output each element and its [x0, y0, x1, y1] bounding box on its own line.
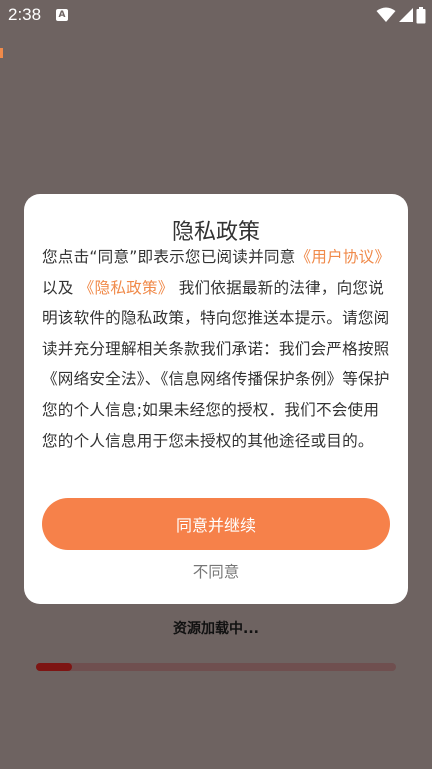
status-time: 2:38 [8, 5, 42, 24]
disagree-button[interactable]: 不同意 [24, 560, 408, 582]
loading-progress-fill [36, 663, 72, 671]
body-and: 以及 [42, 278, 74, 297]
user-agreement-link[interactable]: 《用户协议》 [295, 248, 390, 266]
privacy-policy-link[interactable]: 《隐私政策》 [79, 279, 174, 297]
body-intro: 您点击“同意”即表示您已阅读并同意 [42, 248, 296, 266]
body-rest: 我们依据最新的法律，向您说明该软件的隐私政策，特向您推送本提示。请您阅读并充分理… [42, 278, 390, 450]
status-icons [376, 6, 426, 24]
edge-accent [0, 48, 3, 58]
privacy-dialog: 隐私政策 您点击“同意”即表示您已阅读并同意《用户协议》 以及 《隐私政策》 我… [24, 194, 408, 604]
battery-icon [416, 6, 426, 23]
loading-text: 资源加载中... [173, 621, 259, 637]
agree-continue-button[interactable]: 同意并继续 [42, 498, 390, 550]
loading-progress-bar [36, 663, 396, 671]
dialog-body: 您点击“同意”即表示您已阅读并同意《用户协议》 以及 《隐私政策》 我们依据最新… [42, 242, 392, 456]
wifi-icon [376, 7, 396, 22]
status-bar: 2:38 A [0, 0, 432, 30]
signal-icon [399, 8, 413, 22]
a-icon: A [56, 9, 68, 21]
